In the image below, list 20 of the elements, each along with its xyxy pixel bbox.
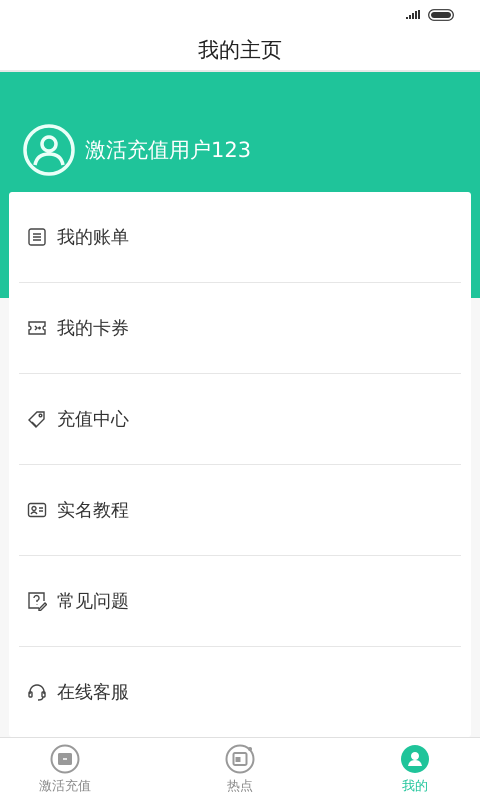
menu-item[interactable]: 我的卡券 xyxy=(19,283,461,374)
signal-icon xyxy=(406,10,420,20)
menu-item[interactable]: 常见问题 xyxy=(19,556,461,648)
menu-item[interactable]: 充值中心 xyxy=(19,374,461,466)
headset-icon xyxy=(27,682,47,702)
nav-tab[interactable]: 热点 xyxy=(195,738,285,800)
news-icon xyxy=(225,744,255,774)
list-icon xyxy=(27,227,47,248)
user-icon xyxy=(400,744,430,774)
battery-icon xyxy=(428,8,454,21)
menu-item[interactable]: 我的账单 xyxy=(19,192,461,284)
question-edit-icon xyxy=(27,591,47,612)
user-avatar-icon xyxy=(23,124,75,176)
tag-icon xyxy=(27,409,47,430)
menu-item[interactable]: 在线客服 xyxy=(19,647,461,738)
wallet-icon xyxy=(50,744,80,774)
user-name: 激活充值用户123 xyxy=(85,137,252,164)
menu-item[interactable]: 实名教程 xyxy=(19,465,461,556)
nav-tab[interactable]: 激活充值 xyxy=(20,738,110,800)
page-title: 我的主页 xyxy=(198,36,282,64)
